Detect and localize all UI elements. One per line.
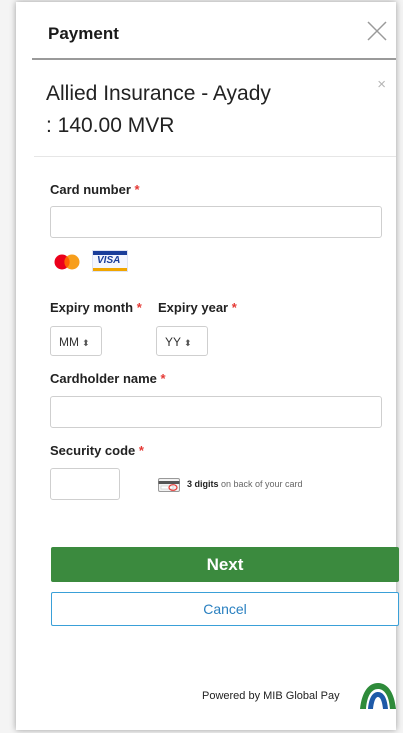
powered-by-text: Powered by MIB Global Pay	[202, 690, 340, 702]
required-mark: *	[134, 182, 140, 197]
merchant-summary: Allied Insurance - Ayady : 140.00 MVR	[46, 78, 376, 142]
cancel-button[interactable]: Cancel	[51, 592, 399, 626]
next-button[interactable]: Next	[51, 547, 399, 582]
expiry-month-select[interactable]: MM ⬍	[50, 326, 102, 356]
page-background: Payment Allied Insurance - Ayady : 140.0…	[0, 0, 403, 733]
required-mark: *	[136, 300, 142, 315]
card-number-input[interactable]	[50, 206, 382, 238]
payment-panel: Payment Allied Insurance - Ayady : 140.0…	[16, 2, 399, 730]
cardholder-label: Cardholder name *	[50, 371, 166, 386]
page-title: Payment	[48, 24, 119, 43]
dismiss-icon[interactable]: ×	[377, 76, 386, 93]
expiry-year-label: Expiry year *	[158, 300, 237, 315]
chevron-updown-icon: ⬍	[82, 338, 90, 348]
security-code-label: Security code *	[50, 443, 144, 458]
expiry-month-label: Expiry month *	[50, 300, 142, 315]
security-code-input[interactable]	[50, 468, 120, 500]
mastercard-icon	[54, 254, 80, 270]
chevron-updown-icon: ⬍	[184, 338, 192, 348]
credit-card-back-icon	[158, 478, 180, 492]
required-mark: *	[231, 300, 237, 315]
required-mark: *	[160, 371, 166, 386]
mib-logo	[360, 683, 396, 709]
payment-amount: : 140.00 MVR	[46, 114, 175, 137]
close-icon[interactable]	[366, 20, 388, 42]
merchant-name: Allied Insurance - Ayady	[46, 82, 271, 105]
divider	[34, 156, 396, 157]
security-code-hint: 3 digits on back of your card	[187, 479, 303, 489]
header: Payment	[32, 2, 396, 60]
card-number-label: Card number *	[50, 182, 140, 197]
cardholder-input[interactable]	[50, 396, 382, 428]
expiry-year-select[interactable]: YY ⬍	[156, 326, 208, 356]
visa-icon: VISA	[92, 250, 128, 272]
required-mark: *	[138, 443, 144, 458]
